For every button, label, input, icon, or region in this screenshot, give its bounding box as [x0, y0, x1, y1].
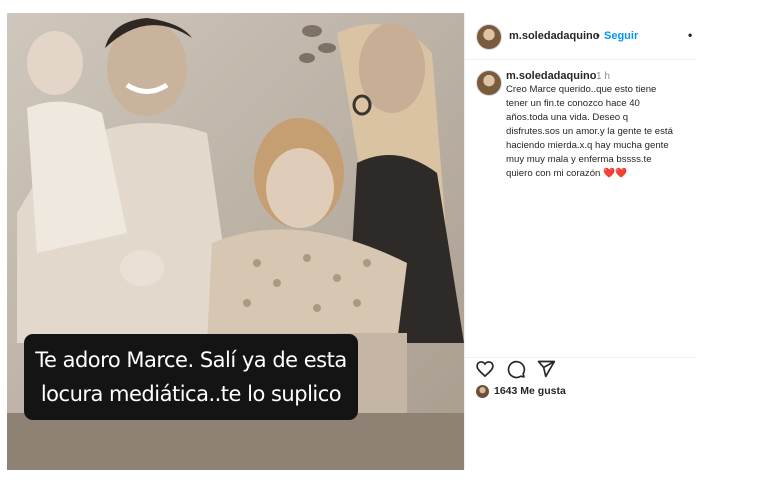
comment-time: 1 h — [596, 71, 610, 82]
comment-body: Creo Marce querido..que esto tiene tener… — [506, 84, 673, 179]
heart-emoji: ❤️❤️ — [603, 168, 627, 179]
overlay-line-1: Te adoro Marce. Salí ya de esta — [35, 348, 347, 372]
liker-avatar — [476, 385, 489, 398]
action-bar-divider — [464, 357, 696, 359]
send-icon[interactable] — [536, 359, 556, 379]
heart-icon[interactable] — [475, 359, 495, 379]
follow-button[interactable]: Seguir — [604, 30, 638, 42]
post-side-panel: m.soledadaquino • Seguir • m.soledadaqui… — [464, 13, 696, 470]
overlay-line-2: locura mediática..te lo suplico — [40, 382, 342, 406]
comment-username[interactable]: m.soledadaquino — [506, 70, 596, 82]
post-photo[interactable]: Te adoro Marce. Salí ya de esta locura m… — [7, 13, 464, 470]
comment-text: Creo Marce querido..que esto tiene tener… — [506, 83, 692, 181]
likes-count[interactable]: 1643 Me gusta — [494, 385, 566, 397]
author-avatar[interactable] — [476, 24, 502, 50]
comment-icon[interactable] — [506, 359, 526, 379]
comment-avatar[interactable] — [476, 70, 502, 96]
text-overlay: Te adoro Marce. Salí ya de esta locura m… — [24, 334, 358, 420]
author-username[interactable]: m.soledadaquino — [509, 30, 599, 42]
header-separator: • — [596, 30, 600, 42]
more-options-icon[interactable]: • — [688, 28, 692, 42]
post-header: m.soledadaquino • Seguir • — [464, 13, 696, 60]
